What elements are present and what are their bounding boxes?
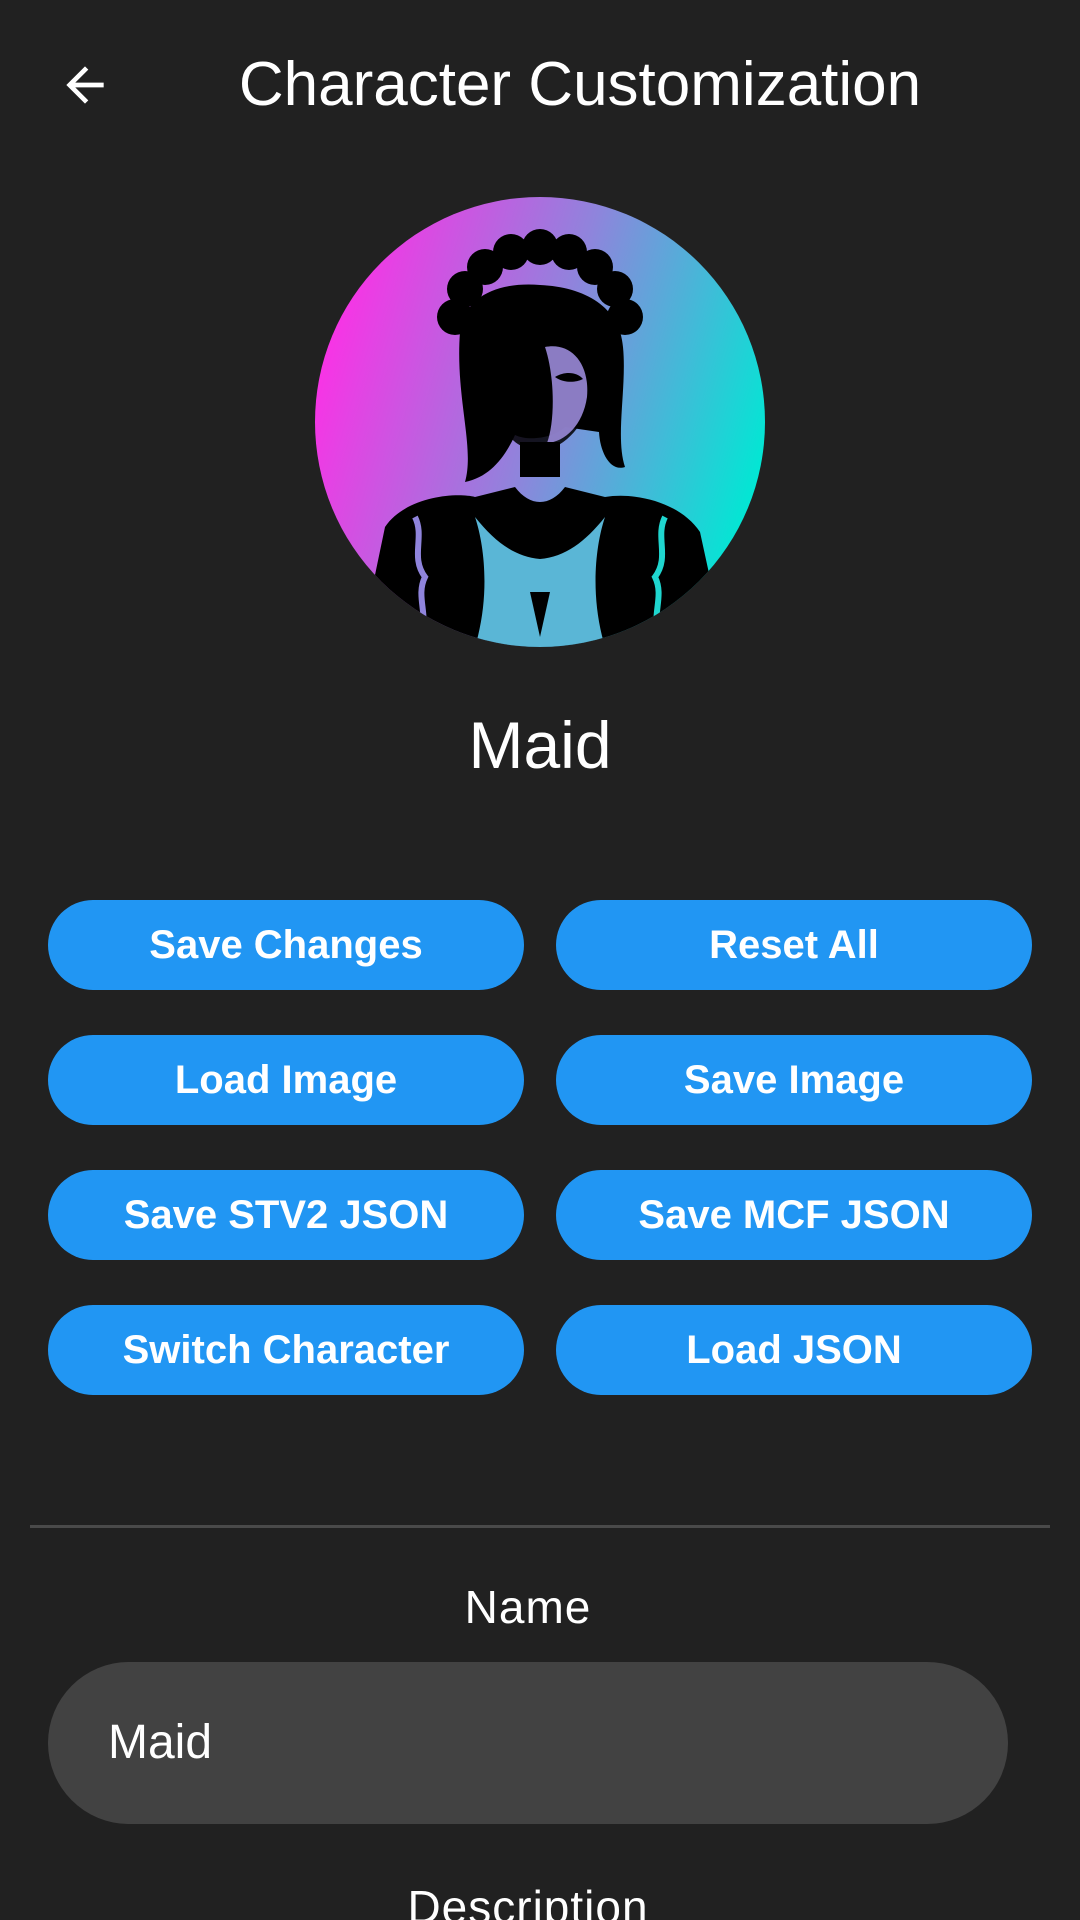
name-field-label: Name [464, 1581, 592, 1633]
app-bar: Character Customization [0, 0, 1080, 170]
character-name-heading: Maid [468, 708, 612, 782]
back-button[interactable] [40, 40, 130, 130]
character-avatar[interactable] [315, 197, 765, 647]
arrow-left-icon [66, 66, 104, 104]
section-divider [30, 1525, 1050, 1528]
load-image-button[interactable]: Load Image [48, 1035, 524, 1125]
description-field-label: Description [407, 1881, 649, 1920]
page-title: Character Customization [238, 50, 922, 119]
reset-all-button[interactable]: Reset All [556, 900, 1032, 990]
load-json-button[interactable]: Load JSON [556, 1305, 1032, 1395]
switch-character-button[interactable]: Switch Character [48, 1305, 524, 1395]
save-mcf-json-button[interactable]: Save MCF JSON [556, 1170, 1032, 1260]
maid-portrait-image [315, 197, 765, 647]
character-customization-screen: Character Customization Maid Save Change… [0, 0, 1080, 1920]
name-input[interactable]: Maid [48, 1662, 1008, 1824]
action-button-grid: Save Changes Reset All Load Image Save I… [48, 900, 1032, 1395]
save-image-button[interactable]: Save Image [556, 1035, 1032, 1125]
save-changes-button[interactable]: Save Changes [48, 900, 524, 990]
save-stv2-json-button[interactable]: Save STV2 JSON [48, 1170, 524, 1260]
